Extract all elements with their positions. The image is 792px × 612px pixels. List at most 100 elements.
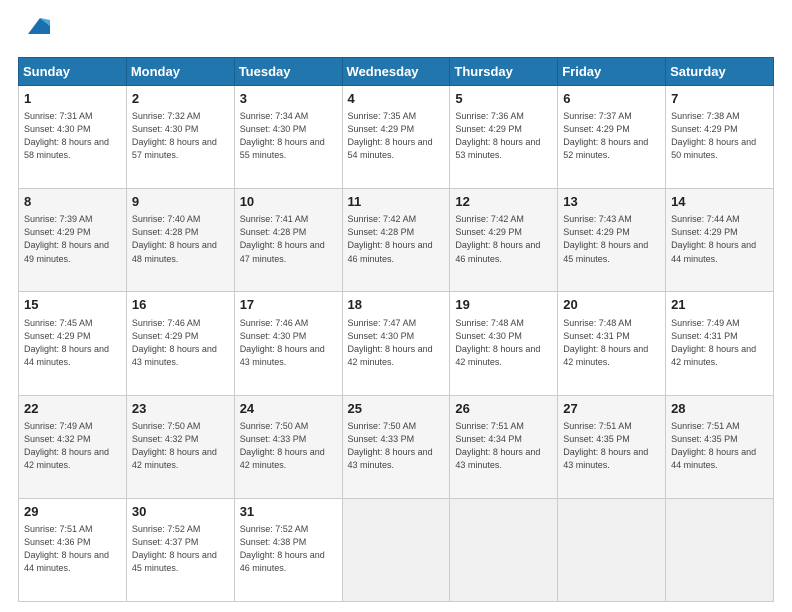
day-info: Sunrise: 7:41 AMSunset: 4:28 PMDaylight:… — [240, 213, 337, 265]
week-row-3: 15 Sunrise: 7:45 AMSunset: 4:29 PMDayligh… — [19, 292, 774, 395]
day-info: Sunrise: 7:51 AMSunset: 4:34 PMDaylight:… — [455, 420, 552, 472]
calendar-cell: 1 Sunrise: 7:31 AMSunset: 4:30 PMDaylight… — [19, 86, 127, 189]
calendar-cell: 7Sunrise: 7:38 AMSunset: 4:29 PMDaylight… — [666, 86, 774, 189]
calendar-cell: 2 Sunrise: 7:32 AMSunset: 4:30 PMDaylight… — [126, 86, 234, 189]
day-number: 31 — [240, 503, 337, 521]
col-header-saturday: Saturday — [666, 58, 774, 86]
day-number: 10 — [240, 193, 337, 211]
day-info: Sunrise: 7:39 AMSunset: 4:29 PMDaylight:… — [24, 213, 121, 265]
calendar-header-row: SundayMondayTuesdayWednesdayThursdayFrid… — [19, 58, 774, 86]
calendar-cell: 5Sunrise: 7:36 AMSunset: 4:29 PMDaylight… — [450, 86, 558, 189]
day-number: 12 — [455, 193, 552, 211]
calendar-cell: 13 Sunrise: 7:43 AMSunset: 4:29 PMDayligh… — [558, 189, 666, 292]
day-number: 4 — [348, 90, 445, 108]
day-number: 15 — [24, 296, 121, 314]
week-row-2: 8 Sunrise: 7:39 AMSunset: 4:29 PMDaylight… — [19, 189, 774, 292]
page: SundayMondayTuesdayWednesdayThursdayFrid… — [0, 0, 792, 612]
calendar-cell: 31 Sunrise: 7:52 AMSunset: 4:38 PMDayligh… — [234, 498, 342, 601]
day-info: Sunrise: 7:50 AMSunset: 4:33 PMDaylight:… — [240, 420, 337, 472]
calendar-table: SundayMondayTuesdayWednesdayThursdayFrid… — [18, 57, 774, 602]
day-number: 2 — [132, 90, 229, 108]
day-info: Sunrise: 7:48 AMSunset: 4:31 PMDaylight:… — [563, 317, 660, 369]
calendar-cell: 22Sunrise: 7:49 AMSunset: 4:32 PMDayligh… — [19, 395, 127, 498]
calendar-cell: 11 Sunrise: 7:42 AMSunset: 4:28 PMDayligh… — [342, 189, 450, 292]
day-number: 28 — [671, 400, 768, 418]
day-number: 16 — [132, 296, 229, 314]
calendar-cell: 16 Sunrise: 7:46 AMSunset: 4:29 PMDayligh… — [126, 292, 234, 395]
day-number: 30 — [132, 503, 229, 521]
day-number: 25 — [348, 400, 445, 418]
day-number: 21 — [671, 296, 768, 314]
day-info: Sunrise: 7:42 AMSunset: 4:28 PMDaylight:… — [348, 213, 445, 265]
calendar-cell — [666, 498, 774, 601]
calendar-cell: 4 Sunrise: 7:35 AMSunset: 4:29 PMDaylight… — [342, 86, 450, 189]
col-header-friday: Friday — [558, 58, 666, 86]
calendar-cell: 20 Sunrise: 7:48 AMSunset: 4:31 PMDayligh… — [558, 292, 666, 395]
calendar-cell: 15 Sunrise: 7:45 AMSunset: 4:29 PMDayligh… — [19, 292, 127, 395]
day-info: Sunrise: 7:37 AMSunset: 4:29 PMDaylight:… — [563, 110, 660, 162]
logo-icon — [22, 12, 52, 42]
calendar-cell: 17 Sunrise: 7:46 AMSunset: 4:30 PMDayligh… — [234, 292, 342, 395]
day-info: Sunrise: 7:46 AMSunset: 4:29 PMDaylight:… — [132, 317, 229, 369]
calendar-cell: 29 Sunrise: 7:51 AMSunset: 4:36 PMDayligh… — [19, 498, 127, 601]
day-info: Sunrise: 7:49 AMSunset: 4:31 PMDaylight:… — [671, 317, 768, 369]
calendar-cell: 9Sunrise: 7:40 AMSunset: 4:28 PMDaylight… — [126, 189, 234, 292]
day-number: 17 — [240, 296, 337, 314]
day-info: Sunrise: 7:51 AMSunset: 4:36 PMDaylight:… — [24, 523, 121, 575]
day-number: 23 — [132, 400, 229, 418]
col-header-wednesday: Wednesday — [342, 58, 450, 86]
day-info: Sunrise: 7:32 AMSunset: 4:30 PMDaylight:… — [132, 110, 229, 162]
logo — [18, 18, 52, 47]
day-number: 29 — [24, 503, 121, 521]
calendar-cell: 28 Sunrise: 7:51 AMSunset: 4:35 PMDayligh… — [666, 395, 774, 498]
col-header-tuesday: Tuesday — [234, 58, 342, 86]
day-info: Sunrise: 7:31 AMSunset: 4:30 PMDaylight:… — [24, 110, 121, 162]
calendar-cell: 3Sunrise: 7:34 AMSunset: 4:30 PMDaylight… — [234, 86, 342, 189]
calendar-cell: 19 Sunrise: 7:48 AMSunset: 4:30 PMDayligh… — [450, 292, 558, 395]
calendar-cell — [342, 498, 450, 601]
day-info: Sunrise: 7:43 AMSunset: 4:29 PMDaylight:… — [563, 213, 660, 265]
day-number: 1 — [24, 90, 121, 108]
calendar-cell: 10 Sunrise: 7:41 AMSunset: 4:28 PMDayligh… — [234, 189, 342, 292]
calendar-cell: 30 Sunrise: 7:52 AMSunset: 4:37 PMDayligh… — [126, 498, 234, 601]
calendar-cell: 21 Sunrise: 7:49 AMSunset: 4:31 PMDayligh… — [666, 292, 774, 395]
calendar-cell: 23Sunrise: 7:50 AMSunset: 4:32 PMDayligh… — [126, 395, 234, 498]
calendar-cell: 27 Sunrise: 7:51 AMSunset: 4:35 PMDayligh… — [558, 395, 666, 498]
day-number: 27 — [563, 400, 660, 418]
calendar-cell: 14 Sunrise: 7:44 AMSunset: 4:29 PMDayligh… — [666, 189, 774, 292]
day-number: 20 — [563, 296, 660, 314]
day-info: Sunrise: 7:52 AMSunset: 4:37 PMDaylight:… — [132, 523, 229, 575]
day-number: 5 — [455, 90, 552, 108]
day-info: Sunrise: 7:51 AMSunset: 4:35 PMDaylight:… — [671, 420, 768, 472]
day-number: 14 — [671, 193, 768, 211]
day-number: 13 — [563, 193, 660, 211]
day-number: 8 — [24, 193, 121, 211]
day-info: Sunrise: 7:42 AMSunset: 4:29 PMDaylight:… — [455, 213, 552, 265]
week-row-4: 22Sunrise: 7:49 AMSunset: 4:32 PMDayligh… — [19, 395, 774, 498]
day-number: 26 — [455, 400, 552, 418]
day-number: 19 — [455, 296, 552, 314]
week-row-1: 1 Sunrise: 7:31 AMSunset: 4:30 PMDaylight… — [19, 86, 774, 189]
calendar-cell: 24Sunrise: 7:50 AMSunset: 4:33 PMDayligh… — [234, 395, 342, 498]
calendar-cell: 8 Sunrise: 7:39 AMSunset: 4:29 PMDaylight… — [19, 189, 127, 292]
day-info: Sunrise: 7:46 AMSunset: 4:30 PMDaylight:… — [240, 317, 337, 369]
day-info: Sunrise: 7:49 AMSunset: 4:32 PMDaylight:… — [24, 420, 121, 472]
day-number: 11 — [348, 193, 445, 211]
day-number: 18 — [348, 296, 445, 314]
day-number: 6 — [563, 90, 660, 108]
day-info: Sunrise: 7:45 AMSunset: 4:29 PMDaylight:… — [24, 317, 121, 369]
day-info: Sunrise: 7:35 AMSunset: 4:29 PMDaylight:… — [348, 110, 445, 162]
week-row-5: 29 Sunrise: 7:51 AMSunset: 4:36 PMDayligh… — [19, 498, 774, 601]
day-info: Sunrise: 7:48 AMSunset: 4:30 PMDaylight:… — [455, 317, 552, 369]
calendar-cell: 6 Sunrise: 7:37 AMSunset: 4:29 PMDaylight… — [558, 86, 666, 189]
calendar-cell: 12 Sunrise: 7:42 AMSunset: 4:29 PMDayligh… — [450, 189, 558, 292]
day-info: Sunrise: 7:34 AMSunset: 4:30 PMDaylight:… — [240, 110, 337, 162]
day-info: Sunrise: 7:38 AMSunset: 4:29 PMDaylight:… — [671, 110, 768, 162]
day-info: Sunrise: 7:52 AMSunset: 4:38 PMDaylight:… — [240, 523, 337, 575]
day-info: Sunrise: 7:51 AMSunset: 4:35 PMDaylight:… — [563, 420, 660, 472]
calendar-cell — [450, 498, 558, 601]
calendar-cell: 25Sunrise: 7:50 AMSunset: 4:33 PMDayligh… — [342, 395, 450, 498]
day-info: Sunrise: 7:44 AMSunset: 4:29 PMDaylight:… — [671, 213, 768, 265]
day-info: Sunrise: 7:40 AMSunset: 4:28 PMDaylight:… — [132, 213, 229, 265]
calendar-cell — [558, 498, 666, 601]
